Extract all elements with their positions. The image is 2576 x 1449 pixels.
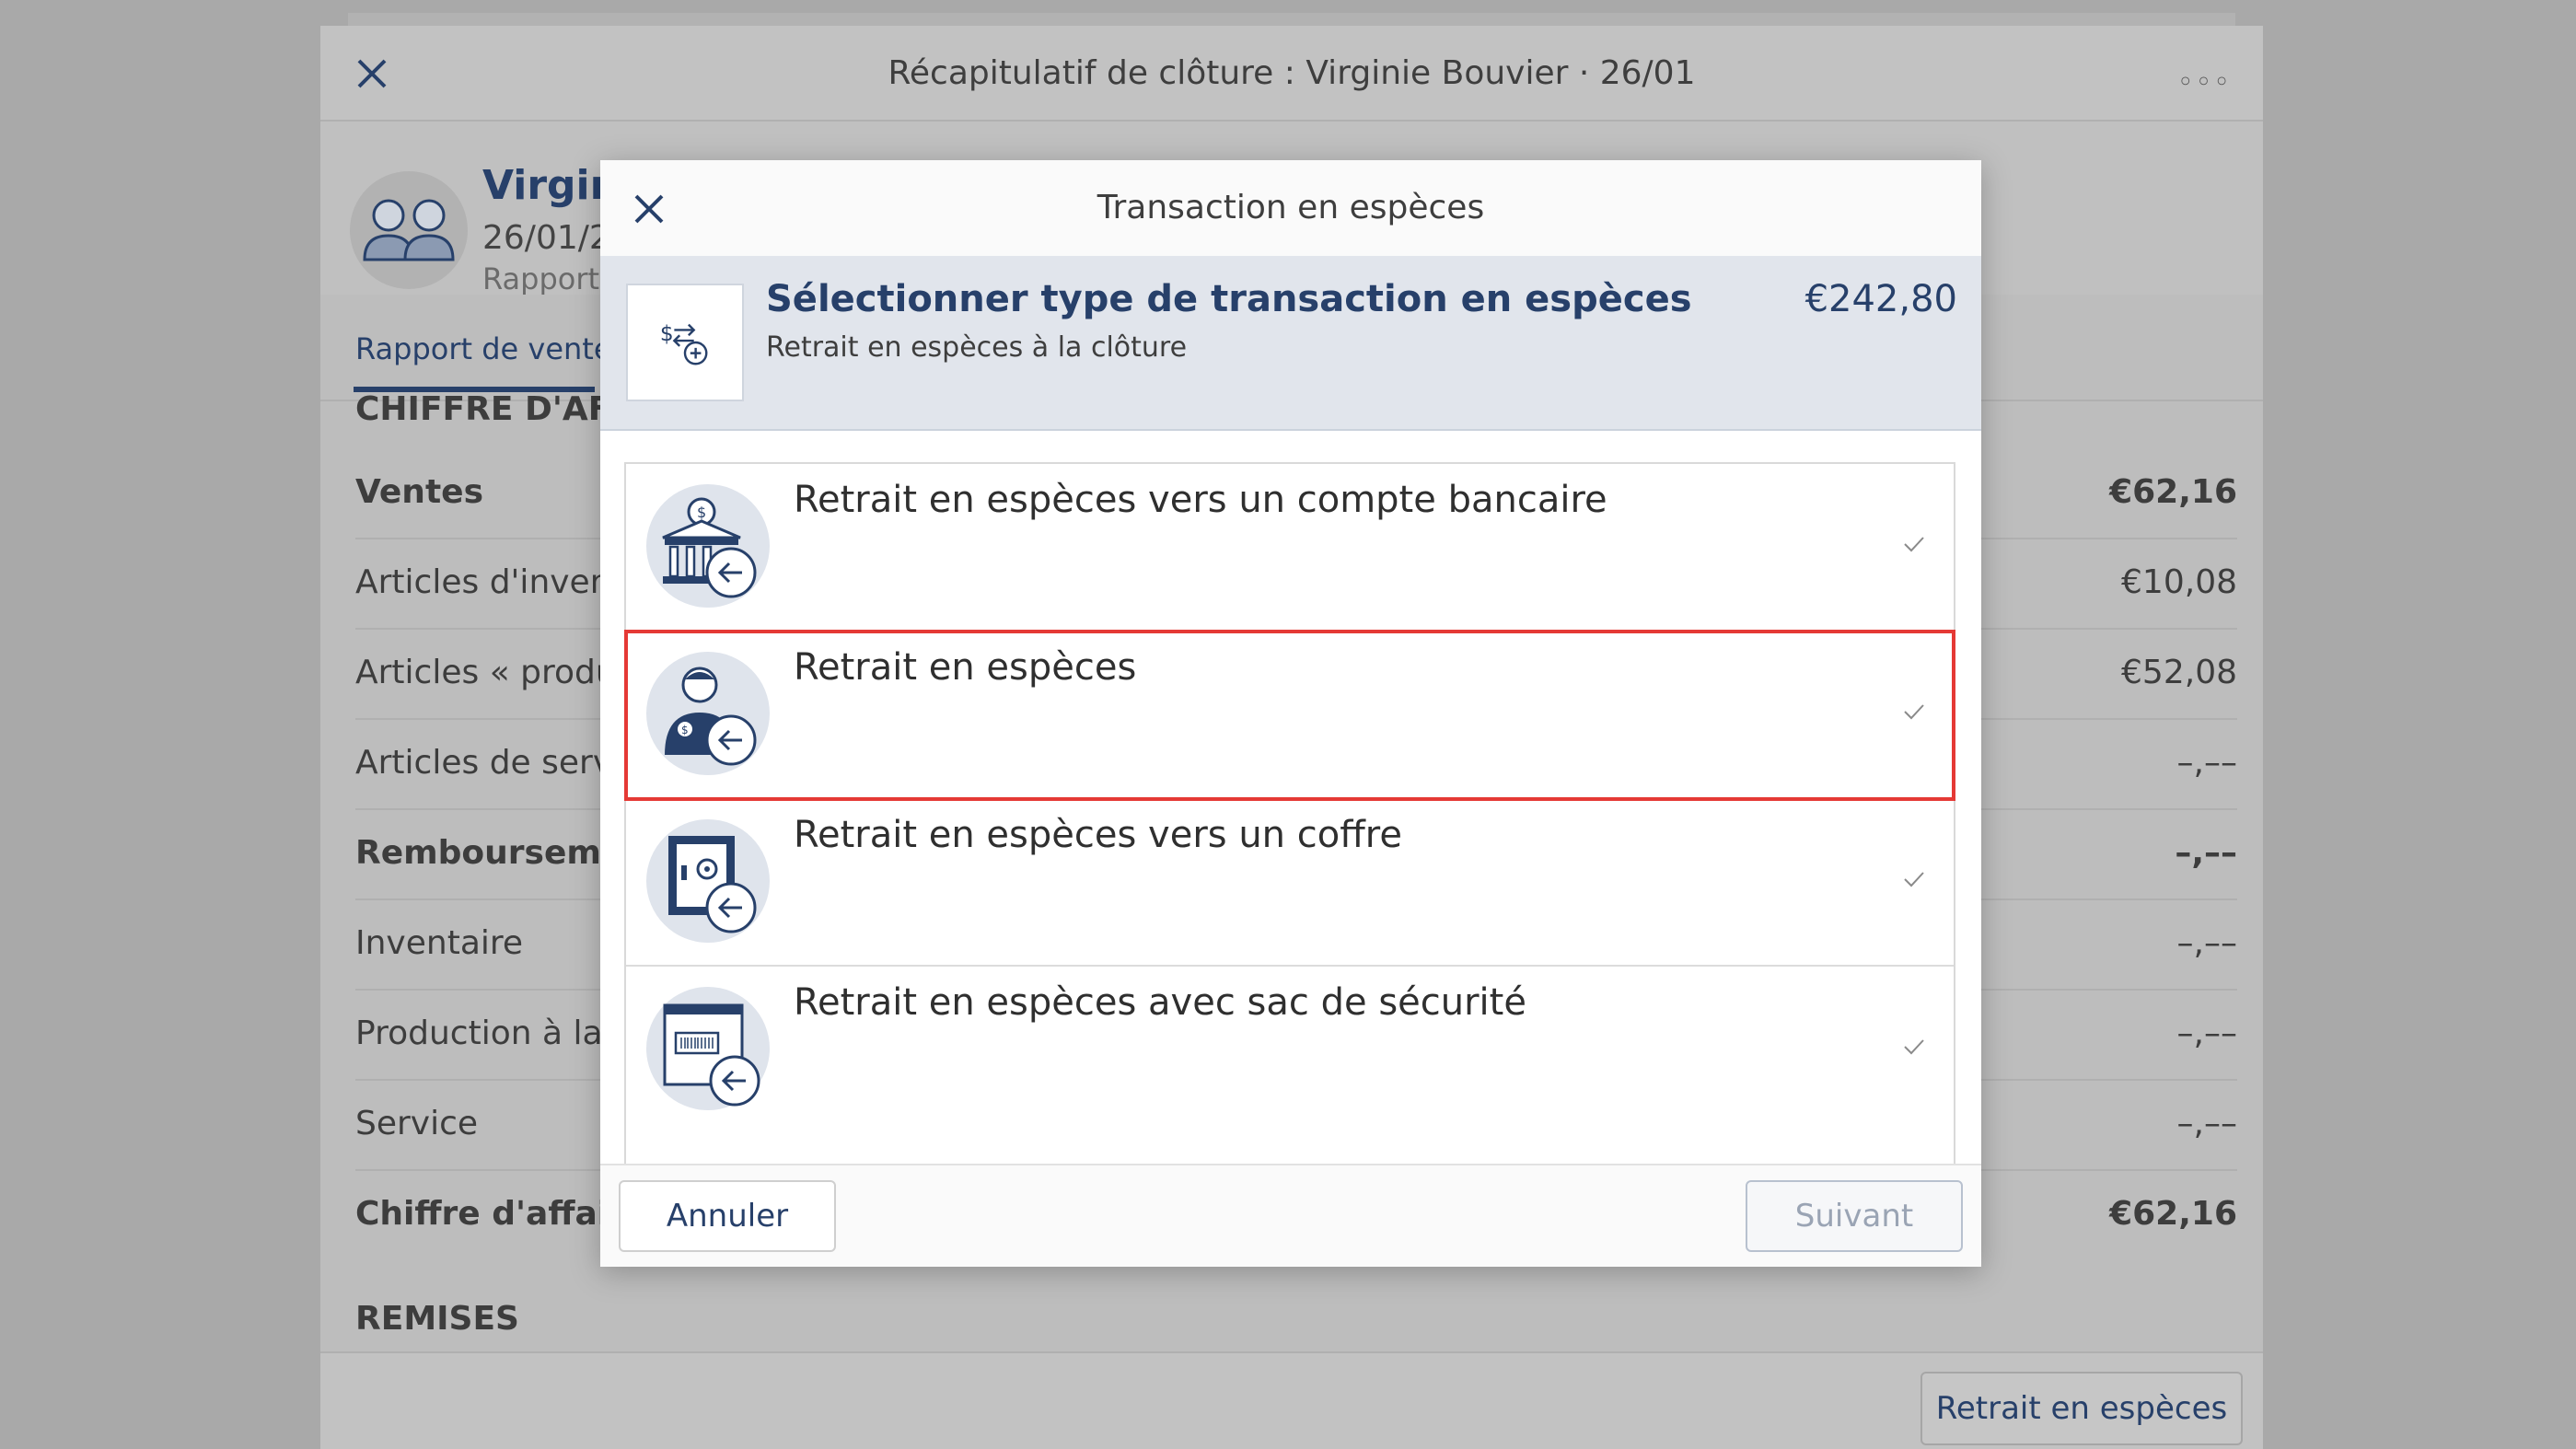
window-title: Récapitulatif de clôture : Virginie Bouv… [888,54,1696,92]
security-bag-withdraw-icon [646,987,770,1110]
svg-text:$: $ [697,504,706,521]
option-label: Retrait en espèces avec sac de sécurité [794,981,1526,1024]
safe-withdraw-icon [646,819,770,943]
modal-footer: Annuler Suivant [600,1164,1981,1267]
svg-text:$: $ [660,321,674,346]
option-label: Retrait en espèces vers un compte bancai… [794,479,1607,521]
bank-withdraw-icon: $ [646,484,770,608]
checkmark-icon [1904,704,1924,720]
background-window-shadow [348,13,2235,26]
summary-heading: Sélectionner type de transaction en espè… [766,278,1692,320]
summary-subtitle: Retrait en espèces à la clôture [766,331,1188,364]
option-label: Retrait en espèces [794,646,1137,689]
option-bank-account[interactable]: $ Retrait en espèces vers un compte banc… [626,464,1954,632]
svg-text:$: $ [681,724,689,736]
cash-withdrawal-button[interactable]: Retrait en espèces [1920,1372,2243,1445]
tab-sales-report[interactable]: Rapport de vente [355,331,612,366]
cancel-button[interactable]: Annuler [619,1180,836,1252]
option-security-bag[interactable]: Retrait en espèces avec sac de sécurité [626,967,1954,1134]
modal-title: Transaction en espèces [1097,189,1485,226]
transaction-type-list: $ Retrait en espèces vers un compte banc… [624,462,1955,1217]
person-withdraw-icon: $ [646,652,770,775]
cash-exchange-icon: $ [626,284,744,401]
cash-transaction-modal: Transaction en espèces $ Sélectionner ty… [600,160,1981,1267]
employees-icon [363,199,455,261]
checkmark-icon [1904,872,1924,887]
checkmark-icon [1904,537,1924,552]
closing-date: 26/01/2 [482,219,610,257]
transaction-summary: $ Sélectionner type de transaction en es… [600,256,1981,431]
option-safe[interactable]: Retrait en espèces vers un coffre [626,799,1954,967]
modal-titlebar: Transaction en espèces [600,160,1981,256]
summary-amount: €242,80 [1804,278,1957,320]
section-discounts-heading: REMISES [355,1300,519,1338]
next-button[interactable]: Suivant [1746,1180,1963,1252]
more-icon[interactable]: ◦◦◦ [2177,66,2232,99]
checkmark-icon [1904,1039,1924,1055]
option-label: Retrait en espèces vers un coffre [794,814,1402,856]
avatar [350,171,468,289]
window-titlebar: Récapitulatif de clôture : Virginie Bouv… [320,26,2263,122]
option-cash-withdrawal[interactable]: $ Retrait en espèces [624,630,1955,801]
window-footer: Retrait en espèces [320,1351,2263,1449]
